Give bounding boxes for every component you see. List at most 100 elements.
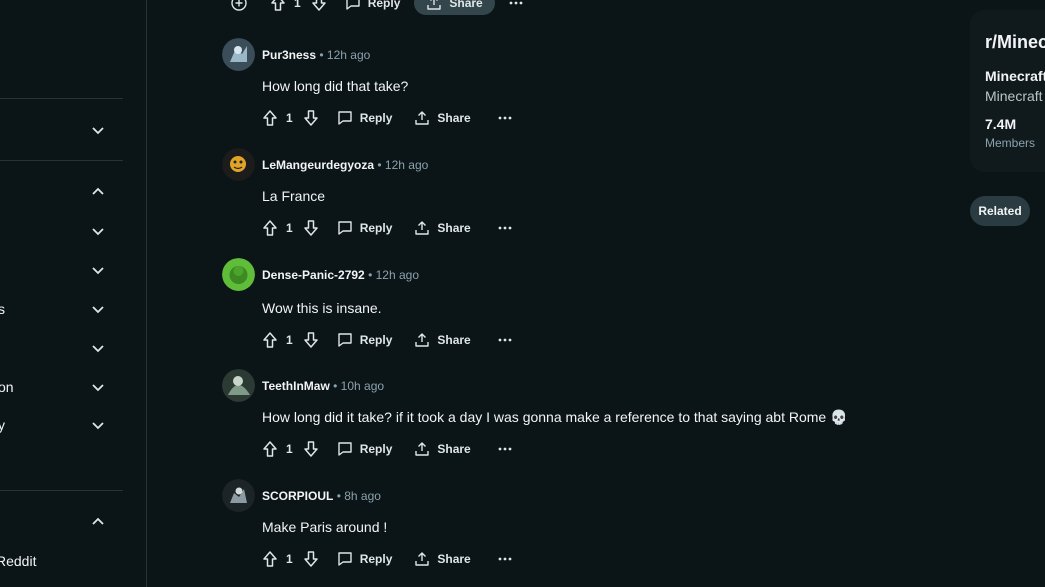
share-button[interactable]: Share: [414, 0, 495, 15]
community-title: Minecraft: [985, 68, 1045, 84]
avatar[interactable]: [222, 38, 255, 71]
community-card: r/Minec Minecraft Minecraft 7.4M Members: [970, 10, 1045, 172]
vote-count: 1: [286, 442, 293, 456]
sidebar-section-8[interactable]: y: [0, 411, 123, 439]
avatar[interactable]: [222, 479, 255, 512]
downvote-icon[interactable]: [303, 219, 319, 237]
reply-label: Reply: [359, 111, 393, 125]
sidebar-section-label: s: [0, 301, 5, 317]
comment-meta: Pur3ness • 12h ago: [262, 48, 371, 62]
upvote-icon[interactable]: [262, 550, 278, 568]
upvote-icon[interactable]: [262, 331, 278, 349]
comment-text: How long did that take?: [262, 78, 409, 94]
chevron-down-icon[interactable]: [90, 301, 106, 317]
share-button[interactable]: Share: [414, 220, 471, 236]
expand-icon[interactable]: [230, 0, 248, 12]
downvote-icon[interactable]: [303, 331, 319, 349]
downvote-icon[interactable]: [303, 440, 319, 458]
upvote-icon[interactable]: [270, 0, 286, 12]
upvote-icon[interactable]: [262, 109, 278, 127]
username[interactable]: Pur3ness: [262, 48, 316, 62]
username[interactable]: TeethInMaw: [262, 379, 330, 393]
avatar[interactable]: [222, 258, 255, 291]
share-label: Share: [437, 333, 471, 347]
reply-button[interactable]: Reply: [337, 441, 393, 457]
members-count: 7.4M: [985, 116, 1017, 132]
more-options-icon[interactable]: [509, 1, 523, 5]
sidebar-section-7[interactable]: on: [0, 373, 123, 401]
sidebar-section-4[interactable]: [0, 256, 123, 284]
reply-label: Reply: [359, 552, 393, 566]
comment-actions: 1 Reply Share: [262, 217, 512, 239]
chevron-down-icon[interactable]: [90, 340, 106, 356]
upvote-icon[interactable]: [262, 440, 278, 458]
avatar[interactable]: [222, 148, 255, 181]
vote-count: 1: [286, 111, 293, 125]
comment-text: Make Paris around !: [262, 519, 388, 535]
comment-actions: 1 Reply Share: [222, 0, 523, 15]
chevron-down-icon[interactable]: [90, 379, 106, 395]
chevron-down-icon[interactable]: [90, 417, 106, 433]
comment-meta: Dense-Panic-2792 • 12h ago: [262, 268, 420, 282]
username[interactable]: LeMangeurdegyoza: [262, 158, 374, 172]
reply-button[interactable]: Reply: [337, 332, 392, 348]
share-button[interactable]: Share: [414, 551, 471, 567]
comment-text: Wow this is insane.: [262, 300, 382, 316]
comment-actions: 1 Reply Share: [262, 548, 512, 570]
share-label: Share: [437, 552, 471, 566]
sidebar-section-3[interactable]: [0, 217, 123, 245]
chevron-down-icon[interactable]: [90, 122, 106, 138]
share-button[interactable]: Share: [414, 332, 471, 348]
reply-label: Reply: [359, 221, 393, 235]
sidebar-section-5[interactable]: s: [0, 295, 123, 323]
reply-button[interactable]: Reply: [337, 110, 393, 126]
sidebar-section-9[interactable]: [0, 508, 123, 536]
timestamp: 12h ago: [326, 48, 371, 62]
sidebar-bottom-link[interactable]: Reddit: [0, 553, 36, 569]
reply-label: Reply: [359, 442, 393, 456]
comment-text: How long did it take? if it took a day I…: [262, 409, 848, 425]
more-options-icon[interactable]: [498, 447, 512, 451]
timestamp: 10h ago: [340, 379, 385, 393]
username[interactable]: SCORPIOUL: [262, 489, 333, 503]
reply-label: Reply: [367, 0, 401, 10]
sidebar-section-label: on: [0, 379, 14, 395]
upvote-icon[interactable]: [262, 219, 278, 237]
downvote-icon[interactable]: [303, 550, 319, 568]
avatar[interactable]: [222, 369, 255, 402]
chevron-up-icon[interactable]: [90, 514, 106, 530]
timestamp: 8h ago: [344, 489, 381, 503]
sidebar-section-2[interactable]: [0, 178, 123, 206]
more-options-icon[interactable]: [498, 226, 512, 230]
sidebar-section-6[interactable]: [0, 334, 123, 362]
vote-count: 1: [294, 0, 301, 10]
sidebar-section-label: y: [0, 417, 5, 433]
timestamp: 12h ago: [384, 158, 429, 172]
reply-button[interactable]: Reply: [337, 551, 393, 567]
downvote-icon[interactable]: [303, 109, 319, 127]
vote-count: 1: [286, 221, 293, 235]
community-name[interactable]: r/Minec: [985, 32, 1045, 53]
share-button[interactable]: Share: [414, 441, 471, 457]
share-button[interactable]: Share: [414, 110, 471, 126]
reply-button[interactable]: Reply: [337, 220, 393, 236]
comment-meta: TeethInMaw • 10h ago: [262, 379, 385, 393]
sidebar-section-1[interactable]: [0, 116, 123, 144]
username[interactable]: Dense-Panic-2792: [262, 268, 365, 282]
reply-button[interactable]: Reply: [345, 0, 401, 11]
comment-actions: 1 Reply Share: [262, 107, 512, 129]
related-button[interactable]: Related: [970, 196, 1030, 226]
chevron-down-icon[interactable]: [90, 223, 106, 239]
share-label: Share: [437, 442, 471, 456]
sidebar-divider: [0, 490, 123, 491]
chevron-up-icon[interactable]: [90, 184, 106, 200]
more-options-icon[interactable]: [498, 338, 512, 342]
vote-count: 1: [286, 333, 293, 347]
more-options-icon[interactable]: [498, 116, 512, 120]
downvote-icon[interactable]: [311, 0, 327, 12]
more-options-icon[interactable]: [498, 557, 512, 561]
community-subtitle: Minecraft: [985, 88, 1043, 104]
chevron-down-icon[interactable]: [90, 262, 106, 278]
share-label: Share: [437, 111, 471, 125]
comment-meta: SCORPIOUL • 8h ago: [262, 489, 381, 503]
